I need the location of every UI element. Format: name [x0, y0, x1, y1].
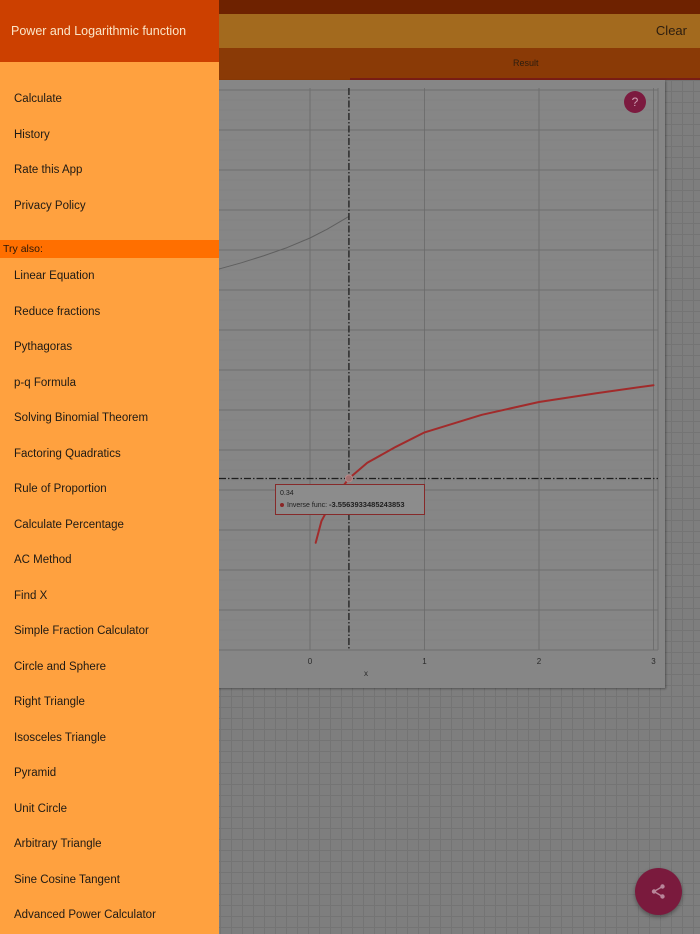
inverse-function-line — [314, 384, 655, 544]
try-also-item-p-q-formula[interactable]: p-q Formula — [14, 377, 76, 389]
try-also-item-pythagoras[interactable]: Pythagoras — [14, 341, 72, 353]
x-tick-label: 2 — [537, 657, 542, 666]
try-also-item-find-x[interactable]: Find X — [14, 590, 47, 602]
try-also-item-unit-circle[interactable]: Unit Circle — [14, 803, 67, 815]
try-also-item-solving-binomial-theorem[interactable]: Solving Binomial Theorem — [14, 412, 148, 424]
hover-point-marker — [344, 474, 353, 483]
drawer-header: Power and Logarithmic function — [0, 0, 219, 62]
try-also-item-factoring-quadratics[interactable]: Factoring Quadratics — [14, 448, 121, 460]
tooltip-x-value: 0.34 — [280, 490, 294, 497]
x-tick-label: 0 — [308, 657, 313, 666]
drawer-title: Power and Logarithmic function — [11, 24, 187, 38]
tooltip-y-value: -3.5563933485243853 — [329, 500, 405, 509]
share-button[interactable] — [635, 868, 682, 915]
try-also-item-rule-of-proportion[interactable]: Rule of Proportion — [14, 483, 107, 495]
tooltip-series-name: Inverse func: — [287, 502, 328, 509]
help-button[interactable]: ? — [624, 91, 646, 113]
try-also-item-linear-equation[interactable]: Linear Equation — [14, 270, 95, 282]
x-axis-label: x — [364, 669, 368, 678]
try-also-item-circle-and-sphere[interactable]: Circle and Sphere — [14, 661, 106, 673]
tooltip-series-row: Inverse func: -3.5563933485243853 — [280, 500, 405, 509]
try-also-item-arbitrary-triangle[interactable]: Arbitrary Triangle — [14, 838, 102, 850]
menu-item-calculate[interactable]: Calculate — [14, 93, 62, 105]
try-also-label: Try also: — [3, 243, 43, 255]
menu-item-rate-app[interactable]: Rate this App — [14, 164, 82, 176]
function-line — [217, 215, 350, 270]
try-also-item-ac-method[interactable]: AC Method — [14, 554, 72, 566]
try-also-item-calculate-percentage[interactable]: Calculate Percentage — [14, 519, 124, 531]
try-also-item-advanced-power-calculator[interactable]: Advanced Power Calculator — [14, 909, 156, 921]
try-also-section-header: Try also: — [0, 240, 219, 258]
try-also-item-pyramid[interactable]: Pyramid — [14, 767, 56, 779]
x-tick-label: 3 — [651, 657, 656, 666]
menu-item-privacy-policy[interactable]: Privacy Policy — [14, 200, 86, 212]
try-also-item-right-triangle[interactable]: Right Triangle — [14, 696, 85, 708]
navigation-drawer: Power and Logarithmic function Calculate… — [0, 0, 219, 934]
chart-tooltip: 0.34 Inverse func: -3.5563933485243853 — [275, 484, 425, 515]
series-marker-icon — [280, 503, 284, 508]
try-also-item-reduce-fractions[interactable]: Reduce fractions — [14, 306, 100, 318]
try-also-item-simple-fraction-calculator[interactable]: Simple Fraction Calculator — [14, 625, 149, 637]
try-also-item-sine-cosine-tangent[interactable]: Sine Cosine Tangent — [14, 874, 120, 886]
x-tick-label: 1 — [422, 657, 427, 666]
menu-item-history[interactable]: History — [14, 129, 50, 141]
try-also-item-isosceles-triangle[interactable]: Isosceles Triangle — [14, 732, 106, 744]
share-icon — [651, 884, 665, 899]
